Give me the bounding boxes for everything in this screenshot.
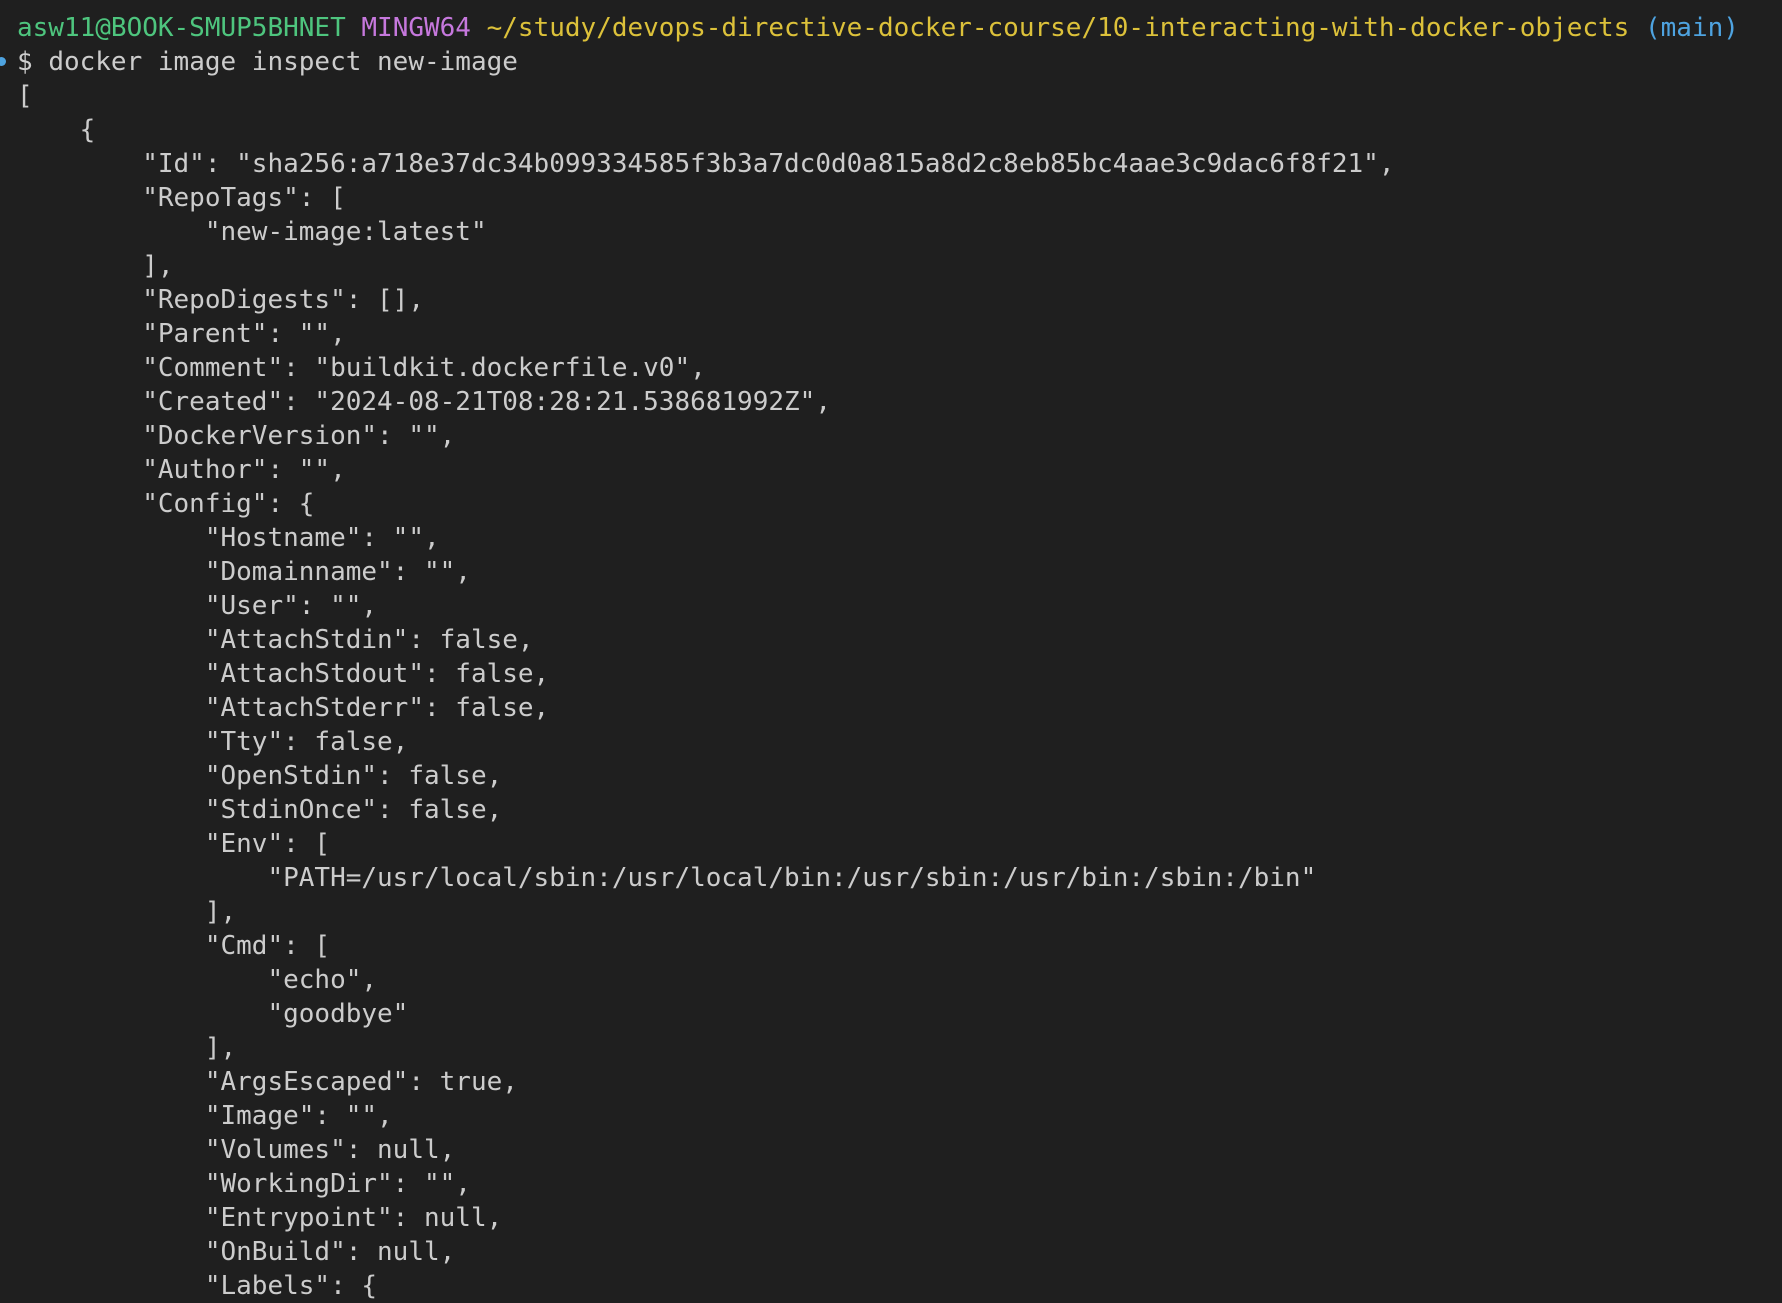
output-line: "User": "", <box>17 591 378 621</box>
prompt-path: ~/study/devops-directive-docker-course/1… <box>486 13 1630 43</box>
output-line: "StdinOnce": false, <box>17 795 503 825</box>
output-line: "Labels": { <box>17 1271 378 1301</box>
output-line: [ <box>17 81 33 111</box>
output-line: "AttachStdout": false, <box>17 659 550 689</box>
output-line: "Created": "2024-08-21T08:28:21.53868199… <box>17 387 831 417</box>
output-line: ], <box>17 251 174 281</box>
output-line: "WorkingDir": "", <box>17 1169 471 1199</box>
command-output: [ { "Id": "sha256:a718e37dc34b099334585f… <box>0 79 1782 1303</box>
output-line: "Parent": "", <box>17 319 346 349</box>
output-line: "Cmd": [ <box>17 931 331 961</box>
prompt-symbol: $ <box>17 47 33 77</box>
output-line: "AttachStderr": false, <box>17 693 550 723</box>
output-line: "RepoTags": [ <box>17 183 346 213</box>
output-line: "Env": [ <box>17 829 331 859</box>
output-line: "Domainname": "", <box>17 557 471 587</box>
output-line: "ArgsEscaped": true, <box>17 1067 518 1097</box>
output-line: ], <box>17 897 237 927</box>
output-line: "Image": "", <box>17 1101 393 1131</box>
output-line: "RepoDigests": [], <box>17 285 424 315</box>
prompt-system: MINGW64 <box>361 13 471 43</box>
command-text: docker image inspect new-image <box>48 47 518 77</box>
output-line: "Config": { <box>17 489 315 519</box>
output-line: "DockerVersion": "", <box>17 421 456 451</box>
output-line: "OpenStdin": false, <box>17 761 503 791</box>
output-line: "Entrypoint": null, <box>17 1203 503 1233</box>
output-line: "Hostname": "", <box>17 523 440 553</box>
prompt-branch: (main) <box>1644 13 1739 43</box>
output-line: "Author": "", <box>17 455 346 485</box>
terminal-window[interactable]: asw11@BOOK-SMUP5BHNET MINGW64 ~/study/de… <box>0 0 1782 1302</box>
command-decoration-icon[interactable] <box>0 57 6 66</box>
prompt-line: asw11@BOOK-SMUP5BHNET MINGW64 ~/study/de… <box>0 11 1782 45</box>
output-line: "echo", <box>17 965 378 995</box>
output-line: "OnBuild": null, <box>17 1237 456 1267</box>
output-line: "new-image:latest" <box>17 217 487 247</box>
output-line: "Id": "sha256:a718e37dc34b099334585f3b3a… <box>17 149 1395 179</box>
output-line: "Comment": "buildkit.dockerfile.v0", <box>17 353 706 383</box>
output-line: ], <box>17 1033 237 1063</box>
command-line: $ docker image inspect new-image <box>0 45 1782 79</box>
output-line: "Volumes": null, <box>17 1135 456 1165</box>
output-line: { <box>17 115 96 145</box>
prompt-user: asw11@BOOK-SMUP5BHNET <box>17 13 346 43</box>
output-line: "goodbye" <box>17 999 409 1029</box>
output-line: "PATH=/usr/local/sbin:/usr/local/bin:/us… <box>17 863 1317 893</box>
output-line: "AttachStdin": false, <box>17 625 534 655</box>
output-line: "Tty": false, <box>17 727 409 757</box>
